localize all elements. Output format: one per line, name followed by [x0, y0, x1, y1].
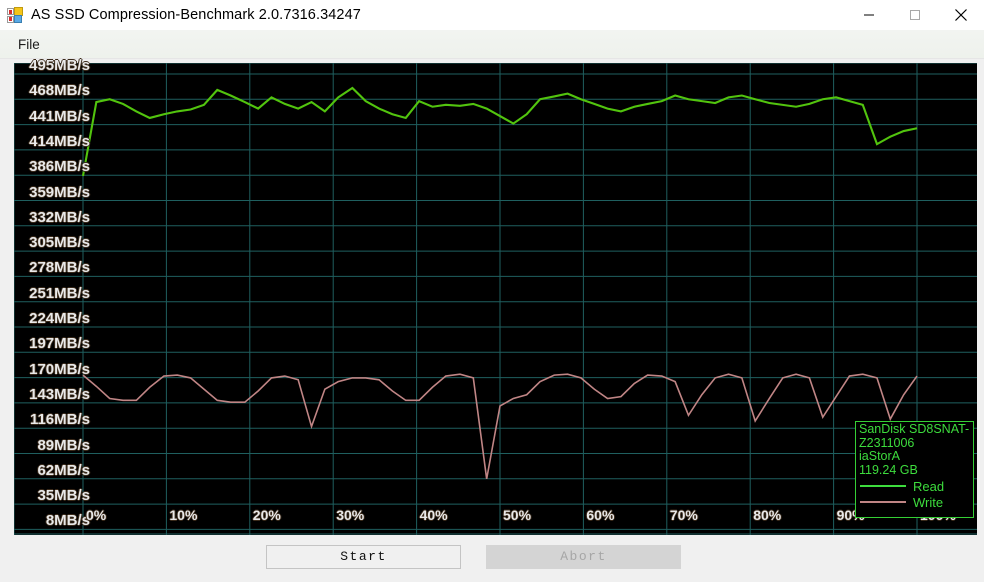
- legend-entry-read: Read: [859, 479, 973, 493]
- legend-read-swatch: [860, 485, 906, 487]
- close-button[interactable]: [938, 0, 984, 30]
- chart-background: [14, 63, 977, 535]
- maximize-icon: [910, 10, 920, 20]
- chart-legend: SanDisk SD8SNAT- Z2311006 iaStorA 119.24…: [855, 421, 974, 518]
- title-bar: AS SSD Compression-Benchmark 2.0.7316.34…: [0, 0, 984, 30]
- legend-write-swatch: [860, 501, 906, 503]
- app-blocks-icon: [7, 7, 23, 23]
- legend-device-line1: SanDisk SD8SNAT-: [859, 422, 970, 436]
- menu-bar: File: [0, 30, 984, 59]
- legend-read-label: Read: [913, 478, 945, 494]
- minimize-button[interactable]: [846, 0, 892, 30]
- abort-button: Abort: [486, 545, 681, 569]
- benchmark-chart: 495MB/s 468MB/s 441MB/s 414MB/s 386MB/s 359MB…: [14, 57, 977, 535]
- legend-device-line2: Z2311006: [859, 435, 915, 450]
- legend-write-label: Write: [913, 494, 944, 510]
- legend-driver: iaStorA: [859, 449, 900, 463]
- menu-item-file[interactable]: File: [6, 33, 50, 56]
- button-bar: Start Abort: [0, 537, 984, 582]
- window-title: AS SSD Compression-Benchmark 2.0.7316.34…: [31, 7, 361, 23]
- legend-entry-write: Write: [859, 495, 973, 509]
- maximize-button[interactable]: [892, 0, 938, 30]
- window-controls: [846, 0, 984, 30]
- minimize-icon: [864, 14, 874, 16]
- close-icon: [955, 9, 967, 21]
- chart-canvas: [14, 63, 977, 535]
- app-window: AS SSD Compression-Benchmark 2.0.7316.34…: [0, 0, 984, 582]
- start-button[interactable]: Start: [266, 545, 461, 569]
- legend-capacity: 119.24 GB: [859, 462, 918, 477]
- benchmark-chart-container: 495MB/s 468MB/s 441MB/s 414MB/s 386MB/s 359MB…: [0, 57, 984, 537]
